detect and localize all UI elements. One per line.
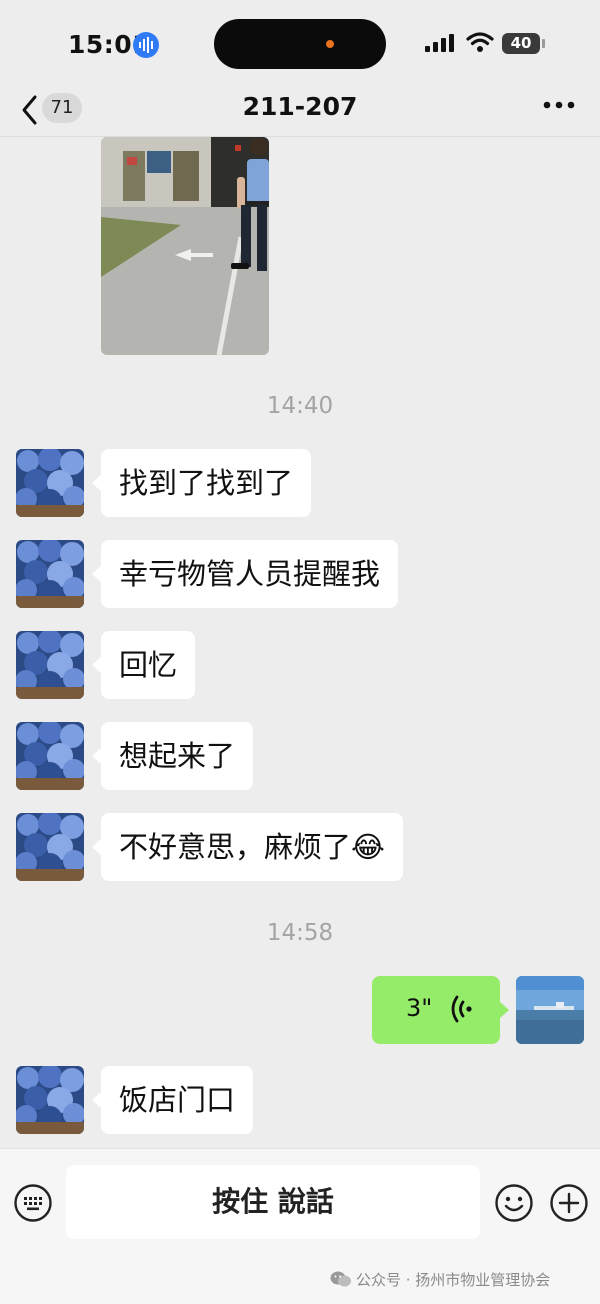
watermark-text: 公众号 · 扬州市物业管理协会 [356,1271,551,1289]
cellular-signal-icon [424,33,456,57]
message-timestamp: 14:58 [266,920,334,946]
contact-avatar[interactable] [16,631,84,699]
more-options-icon[interactable] [542,95,576,119]
hold-to-talk-button[interactable]: 按住 說話 [66,1165,480,1239]
voice-wave-icon [448,994,474,1028]
contact-avatar[interactable] [16,813,84,881]
chat-title: 211-207 [242,92,358,121]
dynamic-island [214,19,386,69]
wifi-icon [466,31,494,57]
message-bubble[interactable]: 找到了找到了 [91,449,312,517]
contact-avatar[interactable] [16,449,84,517]
voice-message-bubble[interactable]: 3" [372,976,509,1044]
battery-terminal [542,39,545,48]
wechat-logo-icon [330,1270,352,1292]
message-bubble[interactable]: 饭店门口 [91,1066,254,1134]
chat-header: 71 211-207 [0,88,600,137]
status-bar: 15:01 40 [0,0,600,88]
message-bubble[interactable]: 幸亏物管人员提醒我 [91,540,399,608]
message-bubble[interactable]: 不好意思，麻烦了😂 [92,813,403,881]
keyboard-toggle-icon[interactable] [13,1183,53,1227]
input-bar: 按住 說話 公众号 · 扬州市物业管理协会 [0,1148,600,1304]
watermark: 公众号 · 扬州市物业管理协会 [330,1269,550,1292]
add-attachment-icon[interactable] [549,1183,589,1227]
photo-message[interactable] [101,137,269,355]
contact-avatar[interactable] [16,722,84,790]
contact-avatar[interactable] [16,1066,84,1134]
voice-recording-icon [133,32,159,58]
message-bubble[interactable]: 想起来了 [91,722,254,790]
privacy-indicator-icon [326,40,334,48]
emoji-icon[interactable] [494,1183,534,1227]
self-avatar[interactable] [516,976,584,1044]
message-timestamp: 14:40 [266,393,334,419]
battery-level: 40 [502,33,540,54]
message-bubble[interactable]: 回忆 [91,631,196,699]
voice-duration: 3" [406,994,433,1022]
contact-avatar[interactable] [16,540,84,608]
